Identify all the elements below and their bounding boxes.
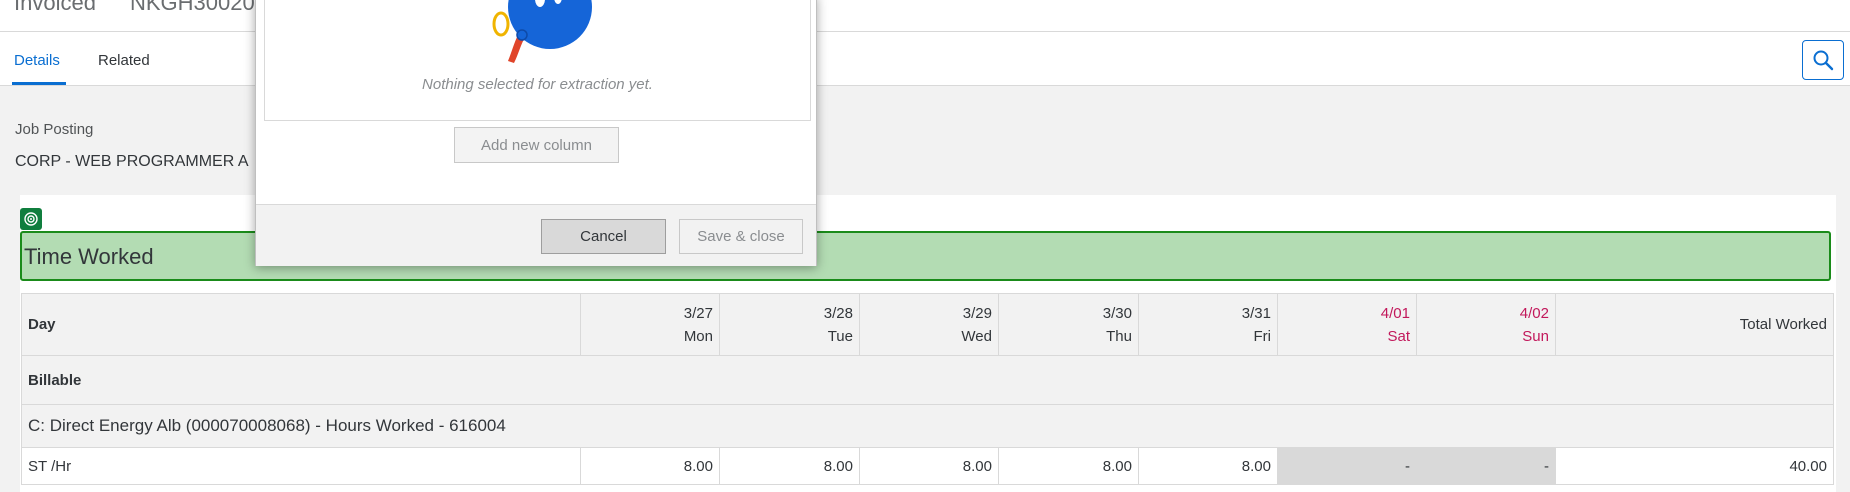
section-title: Time Worked — [24, 244, 154, 269]
search-icon — [1813, 50, 1834, 71]
mascot-illustration — [492, 0, 592, 63]
hours-cell[interactable]: 8.00 — [1138, 447, 1278, 485]
table-header-row: Day 3/27 Mon 3/28 Tue 3/29 Wed 3/30 Thu 3/31… — [21, 293, 1834, 356]
company-line: C: Direct Energy Alb (000070008068) - Ho… — [21, 404, 1834, 448]
date-column-header[interactable]: 3/28 Tue — [719, 293, 860, 356]
column-date: 3/31 — [1241, 304, 1271, 322]
hours-cell[interactable]: 8.00 — [719, 447, 860, 485]
hours-cell[interactable]: 8.00 — [580, 447, 720, 485]
row-total: 40.00 — [1555, 447, 1834, 485]
save-close-button[interactable]: Save & close — [679, 219, 803, 254]
column-weekday: Sat — [1387, 327, 1410, 345]
extraction-dialog: Nothing selected for extraction yet. Add… — [255, 0, 817, 266]
column-weekday: Wed — [961, 327, 992, 345]
dialog-footer: Cancel Save & close — [256, 204, 816, 266]
column-weekday: Tue — [827, 327, 853, 345]
column-weekday: Sun — [1522, 327, 1549, 345]
column-weekday: Mon — [683, 327, 713, 345]
row-label: ST /Hr — [21, 447, 581, 485]
hours-cell: - — [1416, 447, 1556, 485]
billable-label: Billable — [21, 355, 1834, 405]
hours-cell[interactable]: 8.00 — [859, 447, 999, 485]
record-status: Invoiced — [14, 0, 96, 15]
company-row: C: Direct Energy Alb (000070008068) - Ho… — [21, 404, 1834, 448]
cancel-button[interactable]: Cancel — [541, 219, 666, 254]
column-date: 4/02 — [1519, 304, 1549, 322]
tab-related[interactable]: Related — [98, 52, 150, 69]
column-date: 3/27 — [683, 304, 713, 322]
target-icon[interactable] — [20, 208, 42, 230]
column-weekday: Thu — [1106, 327, 1132, 345]
active-tab-indicator — [12, 82, 66, 85]
column-weekday: Fri — [1253, 327, 1272, 345]
billable-group-row: Billable — [21, 355, 1834, 405]
extraction-preview: Nothing selected for extraction yet. — [264, 0, 811, 121]
date-column-header[interactable]: 3/29 Wed — [859, 293, 999, 356]
date-column-header[interactable]: 3/27 Mon — [580, 293, 720, 356]
record-id: NKGH30020 — [130, 0, 255, 15]
date-column-header[interactable]: 3/31 Fri — [1138, 293, 1278, 356]
job-posting-label: Job Posting — [15, 121, 94, 138]
day-column-header: Day — [21, 293, 581, 356]
add-column-button[interactable]: Add new column — [454, 127, 619, 163]
empty-state-message: Nothing selected for extraction yet. — [422, 76, 653, 93]
hours-cell: - — [1277, 447, 1417, 485]
date-column-header[interactable]: 4/02 Sun — [1416, 293, 1556, 356]
column-date: 3/30 — [1102, 304, 1132, 322]
column-date: 4/01 — [1380, 304, 1410, 322]
search-button[interactable] — [1802, 40, 1844, 80]
hours-cell[interactable]: 8.00 — [998, 447, 1139, 485]
tab-details[interactable]: Details — [14, 52, 60, 69]
column-date: 3/28 — [823, 304, 853, 322]
table-row: ST /Hr 8.00 8.00 8.00 8.00 8.00 - - 40.0… — [21, 447, 1834, 485]
job-posting-value: CORP - WEB PROGRAMMER A — [15, 153, 249, 170]
total-column-header: Total Worked — [1555, 293, 1834, 356]
column-date: 3/29 — [962, 304, 992, 322]
date-column-header[interactable]: 3/30 Thu — [998, 293, 1139, 356]
date-column-header[interactable]: 4/01 Sat — [1277, 293, 1417, 356]
time-worked-table: Day 3/27 Mon 3/28 Tue 3/29 Wed 3/30 Thu 3/31… — [21, 293, 1834, 485]
